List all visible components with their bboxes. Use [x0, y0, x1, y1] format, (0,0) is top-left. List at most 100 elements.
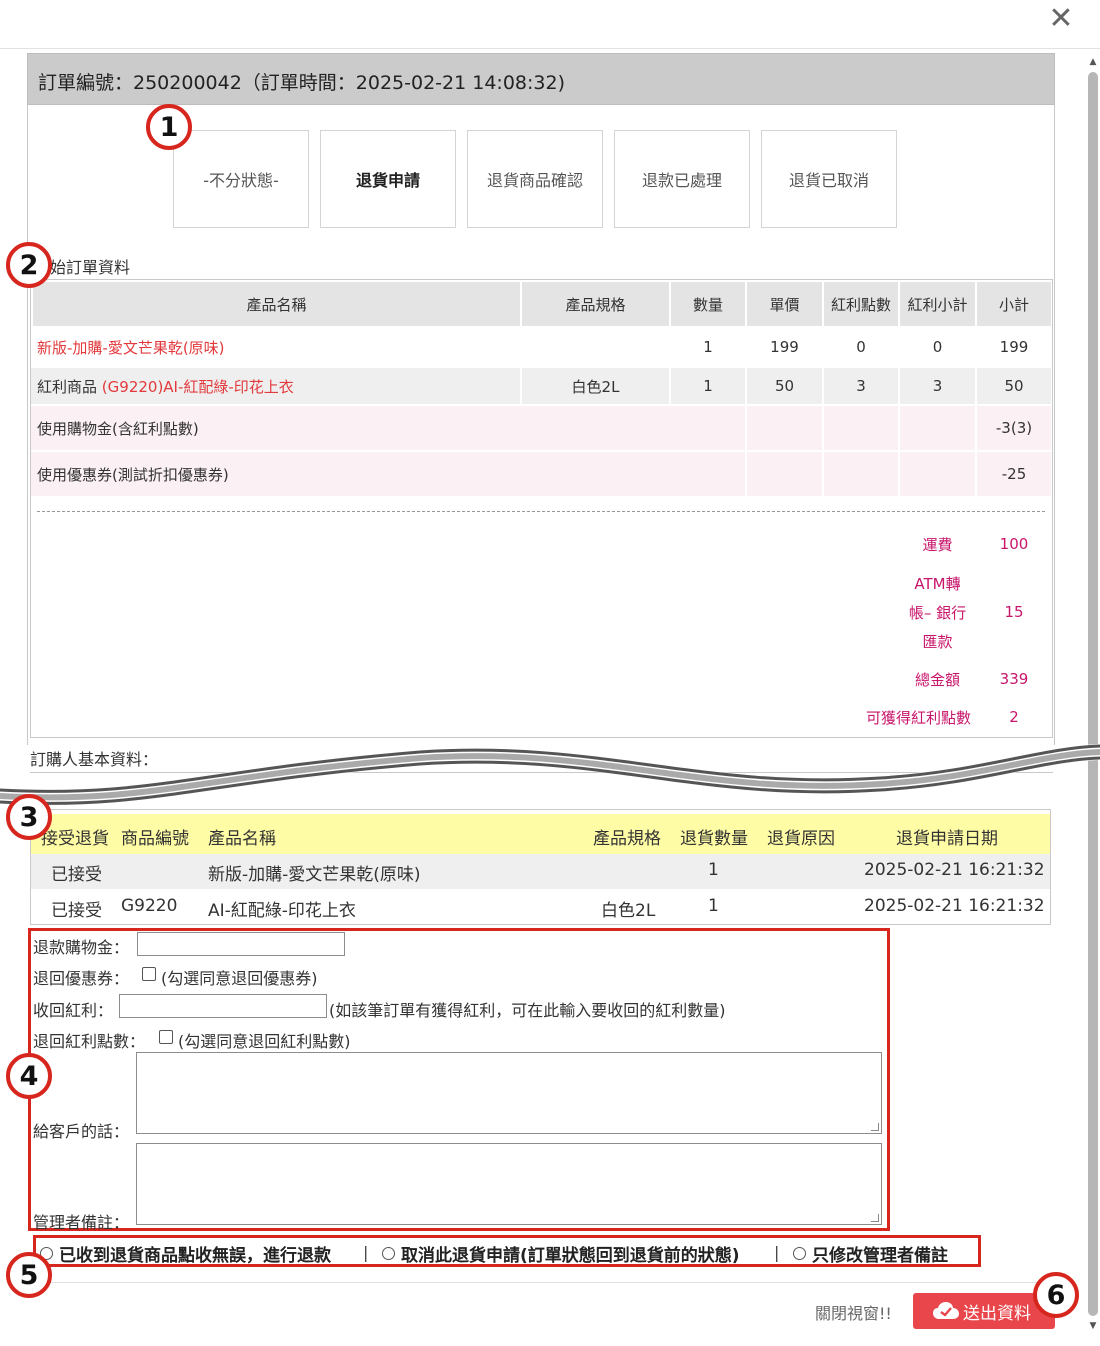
cell-qty: 1 — [671, 368, 745, 404]
radio-circle-icon[interactable] — [382, 1247, 395, 1260]
radio-refund[interactable]: 已收到退貨商品點收無誤，進行退款 — [40, 1241, 331, 1266]
radio-cancel-return-label: 取消此退貨申請(訂單狀態回到退貨前的狀態) — [401, 1246, 740, 1266]
shipping-value: 100 — [999, 535, 1029, 553]
dashed-divider — [37, 511, 1045, 512]
cell-price: 199 — [747, 328, 822, 366]
cell-accepted: 已接受 — [51, 865, 102, 885]
separator: | — [363, 1243, 369, 1262]
frame-border-right — [1054, 105, 1055, 745]
adjustment-empty — [824, 452, 898, 496]
cell-qty: 1 — [708, 896, 719, 916]
step-marker-1: 1 — [146, 104, 192, 150]
return-coupon-checkbox[interactable] — [142, 967, 156, 981]
col-accept-return: 接受退貨 — [41, 829, 109, 849]
col-price: 單價 — [747, 282, 822, 326]
status-tab-return-cancelled[interactable]: 退貨已取消 — [761, 130, 897, 228]
col-product-name: 產品名稱 — [208, 829, 276, 849]
action-radio-group: 已收到退貨商品點收無誤，進行退款 | 取消此退貨申請(訂單狀態回到退貨前的狀態)… — [33, 1235, 981, 1267]
cell-qty: 1 — [708, 860, 719, 880]
adjustment-label: 使用購物金(含紅利點數) — [31, 406, 745, 450]
return-items-table: 接受退貨 商品編號 產品名稱 產品規格 退貨數量 退貨原因 退貨申請日期 已接受… — [30, 809, 1051, 925]
status-tab-all[interactable]: -不分狀態- — [173, 130, 309, 228]
cell-date: 2025-02-21 16:21:32 — [864, 860, 1045, 880]
cell-bonus-subtotal: 0 — [900, 328, 975, 366]
payment-label-line2: 帳– 銀行 — [908, 603, 967, 622]
earn-bonus-label: 可獲得紅利點數 — [865, 708, 971, 727]
status-tab-return-request[interactable]: 退貨申請 — [320, 130, 456, 228]
resize-handle-icon[interactable] — [871, 1214, 879, 1222]
col-return-qty: 退貨數量 — [680, 829, 748, 849]
product-link[interactable]: (G9220)AI-紅配綠-印花上衣 — [102, 376, 294, 397]
payment-value: 15 — [1004, 603, 1024, 621]
payment-label-line1: ATM轉 — [914, 574, 961, 593]
original-order-table: 產品名稱 產品規格 數量 單價 紅利點數 紅利小計 小計 新版-加購-愛文芒果乾… — [30, 279, 1053, 738]
refund-credit-input[interactable] — [137, 932, 345, 956]
return-bonus-hint: (勾選同意退回紅利點數) — [178, 1032, 351, 1051]
adjustment-label: 使用優惠券(測試折扣優惠券) — [31, 452, 745, 496]
col-bonus-subtotal: 紅利小計 — [900, 282, 975, 326]
cell-bonus: 0 — [824, 328, 898, 366]
reclaim-bonus-input[interactable] — [119, 994, 327, 1018]
cell-spec — [522, 328, 669, 366]
status-tab-return-confirm[interactable]: 退貨商品確認 — [467, 130, 603, 228]
cell-bonus: 3 — [824, 368, 898, 404]
cell-spec: 白色2L — [601, 901, 656, 921]
col-product-spec: 產品規格 — [593, 829, 661, 849]
resize-handle-icon[interactable] — [871, 1123, 879, 1131]
total-value: 339 — [999, 670, 1029, 688]
col-subtotal: 小計 — [977, 282, 1051, 326]
col-product-name: 產品名稱 — [33, 282, 520, 326]
admin-note-textarea[interactable] — [136, 1143, 882, 1225]
cell-spec: 白色2L — [522, 368, 669, 404]
close-window-link[interactable]: 關閉視窗!! — [815, 1300, 892, 1324]
status-tab-refund-processed[interactable]: 退款已處理 — [614, 130, 750, 228]
radio-circle-icon[interactable] — [793, 1247, 806, 1260]
admin-note-label: 管理者備註： — [33, 1213, 130, 1232]
col-product-spec: 產品規格 — [522, 282, 669, 326]
shipping-label: 運費 — [922, 535, 953, 554]
cell-name: AI-紅配綠-印花上衣 — [208, 901, 356, 921]
return-table-header: 接受退貨 商品編號 產品名稱 產品規格 退貨數量 退貨原因 退貨申請日期 — [31, 814, 1050, 854]
separator: | — [774, 1243, 780, 1262]
step-marker-6: 6 — [1033, 1272, 1079, 1318]
step-marker-5: 5 — [6, 1252, 52, 1298]
order-header: 訂單編號：250200042（訂單時間：2025-02-21 14:08:32) — [27, 53, 1055, 105]
cell-date: 2025-02-21 16:21:32 — [864, 896, 1045, 916]
radio-admin-note-only[interactable]: 只修改管理者備註 — [793, 1241, 948, 1266]
step-marker-3: 3 — [6, 794, 52, 840]
cell-code: G9220 — [121, 896, 178, 916]
radio-cancel-return[interactable]: 取消此退貨申請(訂單狀態回到退貨前的狀態) — [382, 1241, 740, 1266]
customer-message-textarea[interactable] — [136, 1052, 882, 1134]
scroll-thumb[interactable] — [1088, 72, 1098, 1316]
table-row: 已接受 G9220 AI-紅配綠-印花上衣 白色2L 1 2025-02-21 … — [31, 890, 1050, 924]
cell-qty: 1 — [671, 328, 745, 366]
cloud-check-icon — [933, 1302, 959, 1319]
col-return-reason: 退貨原因 — [767, 829, 835, 849]
bonus-product-prefix: 紅利商品 — [37, 377, 98, 396]
refund-form: 退款購物金： 退回優惠券： (勾選同意退回優惠券) 收回紅利： (如該筆訂單有獲… — [28, 928, 890, 1232]
top-divider — [0, 48, 1100, 49]
col-return-date: 退貨申請日期 — [896, 829, 998, 849]
order-title: 訂單編號：250200042（訂單時間：2025-02-21 14:08:32) — [38, 72, 566, 94]
product-link[interactable]: 新版-加購-愛文芒果乾(原味) — [37, 337, 225, 358]
original-order-label: 始訂單資料 — [50, 258, 131, 277]
return-bonus-checkbox[interactable] — [159, 1030, 173, 1044]
step-marker-4: 4 — [6, 1053, 52, 1099]
close-icon[interactable]: ✕ — [1045, 4, 1077, 36]
col-qty: 數量 — [671, 282, 745, 326]
adjustment-value: -25 — [977, 452, 1051, 496]
refund-credit-label: 退款購物金： — [33, 938, 130, 957]
adjustment-value: -3(3) — [977, 406, 1051, 450]
cell-bonus-subtotal: 3 — [900, 368, 975, 404]
cell-subtotal: 50 — [977, 368, 1051, 404]
return-coupon-label: 退回優惠券： — [33, 969, 130, 988]
scroll-up-icon[interactable]: ▲ — [1086, 56, 1100, 68]
table-row: 紅利商品 (G9220)AI-紅配綠-印花上衣 — [31, 368, 520, 404]
scroll-down-icon[interactable]: ▼ — [1086, 1320, 1100, 1332]
scrollbar[interactable]: ▲ ▼ — [1086, 56, 1100, 1336]
cell-accepted: 已接受 — [51, 901, 102, 921]
adjustment-empty — [824, 406, 898, 450]
submit-button-label: 送出資料 — [963, 1303, 1031, 1324]
adjustment-empty — [747, 452, 822, 496]
earn-bonus-value: 2 — [1009, 708, 1019, 726]
